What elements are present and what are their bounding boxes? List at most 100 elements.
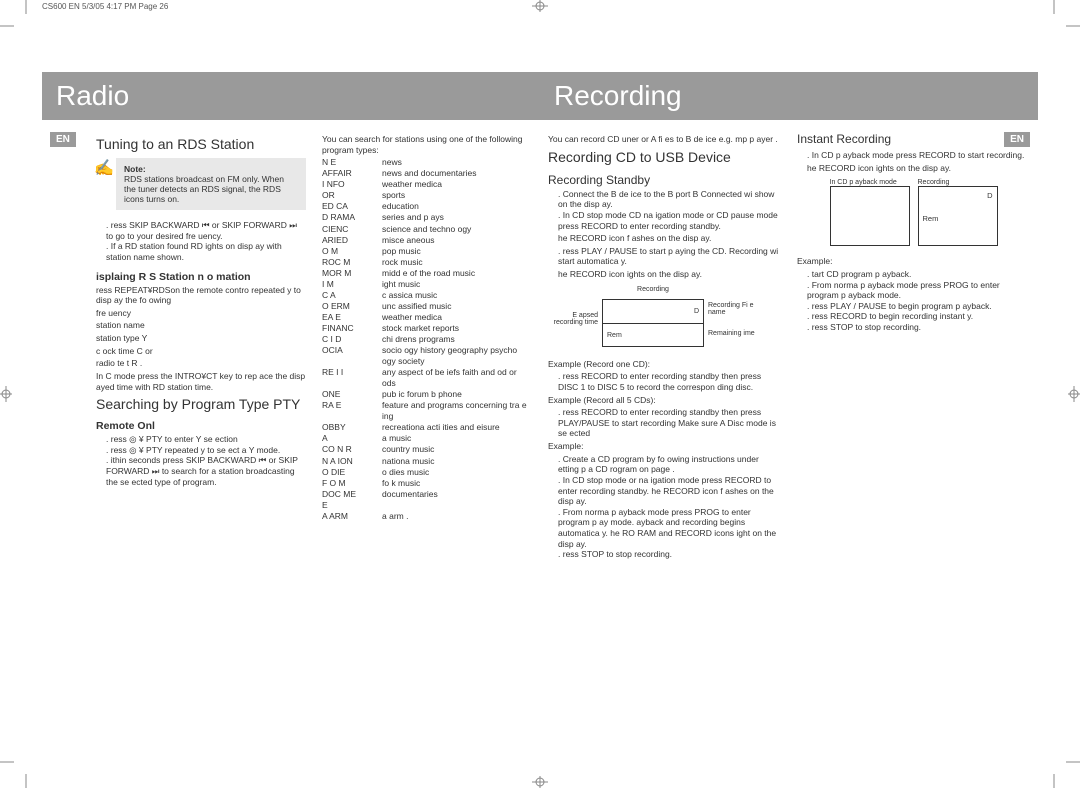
pty-row: CIENCscience and techno ogy xyxy=(322,224,532,235)
step: In CD p ayback mode press RECORD to star… xyxy=(807,150,1030,161)
pty-row: EA Eweather medica xyxy=(322,312,532,323)
pty-row: FINANCstock market reports xyxy=(322,323,532,334)
disp-item: c ock time C or xyxy=(96,346,306,357)
right-title: Recording xyxy=(540,72,1038,120)
page-header: CS600 EN 5/3/05 4:17 PM Page 26 xyxy=(42,2,168,11)
pty-row: E xyxy=(322,500,532,511)
disp-item: station type Y xyxy=(96,333,306,344)
pty-row: N Enews xyxy=(322,157,532,168)
ex-step: ress RECORD to enter recording standby t… xyxy=(558,407,781,439)
disp-item: radio te t R . xyxy=(96,358,306,369)
step: If a RD station found RD ights on disp a… xyxy=(106,241,306,262)
pty-row: ED CAeducation xyxy=(322,201,532,212)
pty-step: ress ◎ ¥ PTY to enter Y se ection xyxy=(106,434,306,445)
step: ress PLAY / PAUSE to start p aying the C… xyxy=(558,246,781,267)
pty-row: AFFAIRnews and documentaries xyxy=(322,168,532,179)
step: Connect the B de ice to the B port B Con… xyxy=(558,189,781,210)
pty-row: DOC MEdocumentaries xyxy=(322,489,532,500)
pty-row: I Might music xyxy=(322,279,532,290)
step: In CD stop mode CD na igation mode or CD… xyxy=(558,210,781,231)
ex-step: Create a CD program by fo owing instruct… xyxy=(558,454,781,475)
left-title: Radio xyxy=(42,72,540,120)
rec-intro: You can record CD uner or A fi es to B d… xyxy=(548,134,781,145)
pty-row: C Ac assica music xyxy=(322,290,532,301)
disp-item: fre uency xyxy=(96,308,306,319)
standby-heading: Recording Standby xyxy=(548,173,781,187)
pty-row: ONEpub ic forum b phone xyxy=(322,389,532,400)
pty-row: RA Efeature and programs concerning tra … xyxy=(322,400,532,422)
pty-heading: Searching by Program Type PTY xyxy=(96,396,306,412)
pty-row: C I Dchi drens programs xyxy=(322,334,532,345)
diag-elapsed: E apsed recording time xyxy=(548,312,598,326)
pty-row: OBBYrecreationa acti ities and eisure xyxy=(322,422,532,433)
pty-row: O DIEo dies music xyxy=(322,467,532,478)
lang-badge-left: EN xyxy=(50,132,76,147)
pty-row: F O Mfo k music xyxy=(322,478,532,489)
sub-step: he RECORD icon ights on the disp ay. xyxy=(797,163,1030,174)
right-page: Recording You can record CD uner or A fi… xyxy=(540,28,1038,562)
diag-title: Recording xyxy=(602,286,704,293)
diag-d2: D xyxy=(923,191,993,200)
pty-row: A ARMa arm . xyxy=(322,511,532,522)
note-icon: ✍ xyxy=(94,158,114,178)
tuning-heading: Tuning to an RDS Station xyxy=(96,136,306,152)
pty-row: ARIEDmisce aneous xyxy=(322,235,532,246)
cd-usb-heading: Recording CD to USB Device xyxy=(548,149,781,165)
ex-step: In CD stop mode or na igation mode press… xyxy=(558,475,781,507)
sub-step: he RECORD icon ights on the disp ay. xyxy=(548,269,781,280)
pty-intro: You can search for stations using one of… xyxy=(322,134,532,155)
disp-item: station name xyxy=(96,320,306,331)
pty-row: RE I Iany aspect of be iefs faith and od… xyxy=(322,367,532,389)
pty-row: D RAMAseries and p ays xyxy=(322,212,532,223)
ex-step: ress PLAY / PAUSE to begin program p ayb… xyxy=(807,301,1030,312)
ex-step: ress RECORD to begin recording instant y… xyxy=(807,311,1030,322)
pty-row: Aa music xyxy=(322,433,532,444)
lcd-box-1 xyxy=(830,186,910,246)
spread: Radio EN Tuning to an RDS Station ✍ Note… xyxy=(42,28,1038,758)
box2-label: Recording xyxy=(918,179,998,186)
ex-step: ress RECORD to enter recording standby t… xyxy=(558,371,781,392)
pty-row: O Mpop music xyxy=(322,246,532,257)
step: ress SKIP BACKWARD ⏮ or SKIP FORWARD ⏭ t… xyxy=(106,220,306,241)
display-note: In C mode press the INTRO¥CT key to rep … xyxy=(96,371,306,392)
left-page: Radio EN Tuning to an RDS Station ✍ Note… xyxy=(42,28,540,562)
note-box: ✍ Note: RDS stations broadcast on FM onl… xyxy=(116,158,306,210)
pty-table: N EnewsAFFAIRnews and documentariesI NFO… xyxy=(322,157,532,522)
pty-row: I NFOweather medica xyxy=(322,179,532,190)
diag-rem: Rem xyxy=(607,332,622,339)
diag-remaining: Remaining ime xyxy=(708,330,768,337)
diagram-row: In CD p ayback mode Recording D Rem xyxy=(797,179,1030,246)
lang-badge-right: EN xyxy=(1004,132,1030,147)
pty-row: CO N Rcountry music xyxy=(322,444,532,455)
sub-step: he RECORD icon f ashes on the disp ay. xyxy=(548,233,781,244)
ex-step: ress STOP to stop recording. xyxy=(558,549,781,560)
note-body: RDS stations broadcast on FM only. When … xyxy=(124,174,284,204)
pty-row: MOR Mmidd e of the road music xyxy=(322,268,532,279)
display-heading: isplaing R S Station n o mation xyxy=(96,271,306,283)
pty-step: ress ◎ ¥ PTY repeated y to se ect a Y mo… xyxy=(106,445,306,456)
ex-label: Example (Record all 5 CDs): xyxy=(548,395,781,406)
ex-step: From norma p ayback mode press PROG to e… xyxy=(558,507,781,550)
pty-row: ROC Mrock music xyxy=(322,257,532,268)
diag-d: D xyxy=(694,308,699,315)
lcd-box-2: D Rem xyxy=(918,186,998,246)
lcd-diagram: D Rem xyxy=(602,299,704,347)
pty-step: ithin seconds press SKIP BACKWARD ⏮ or S… xyxy=(106,455,306,487)
pty-row: OCIAsocio ogy history geography psycho o… xyxy=(322,345,532,367)
pty-row: ORsports xyxy=(322,190,532,201)
instant-heading: Instant Recording xyxy=(797,132,891,146)
ex-step: tart CD program p ayback. xyxy=(807,269,1030,280)
pty-row: O ERMunc assified music xyxy=(322,301,532,312)
ex-label: Example: xyxy=(548,441,781,452)
ex-label: Example (Record one CD): xyxy=(548,359,781,370)
diag-rem2: Rem xyxy=(923,214,993,223)
note-label: Note: xyxy=(124,164,146,174)
diag-filename: Recording Fi e name xyxy=(708,302,768,316)
remote-only: Remote Onl xyxy=(96,420,306,432)
ex-step: From norma p ayback mode press PROG to e… xyxy=(807,280,1030,301)
display-intro: ress REPEAT¥RDSon the remote contro repe… xyxy=(96,285,306,306)
pty-row: N A IONnationa music xyxy=(322,456,532,467)
box1-label: In CD p ayback mode xyxy=(830,179,910,186)
ex-step: ress STOP to stop recording. xyxy=(807,322,1030,333)
ex-label: Example: xyxy=(797,256,1030,267)
